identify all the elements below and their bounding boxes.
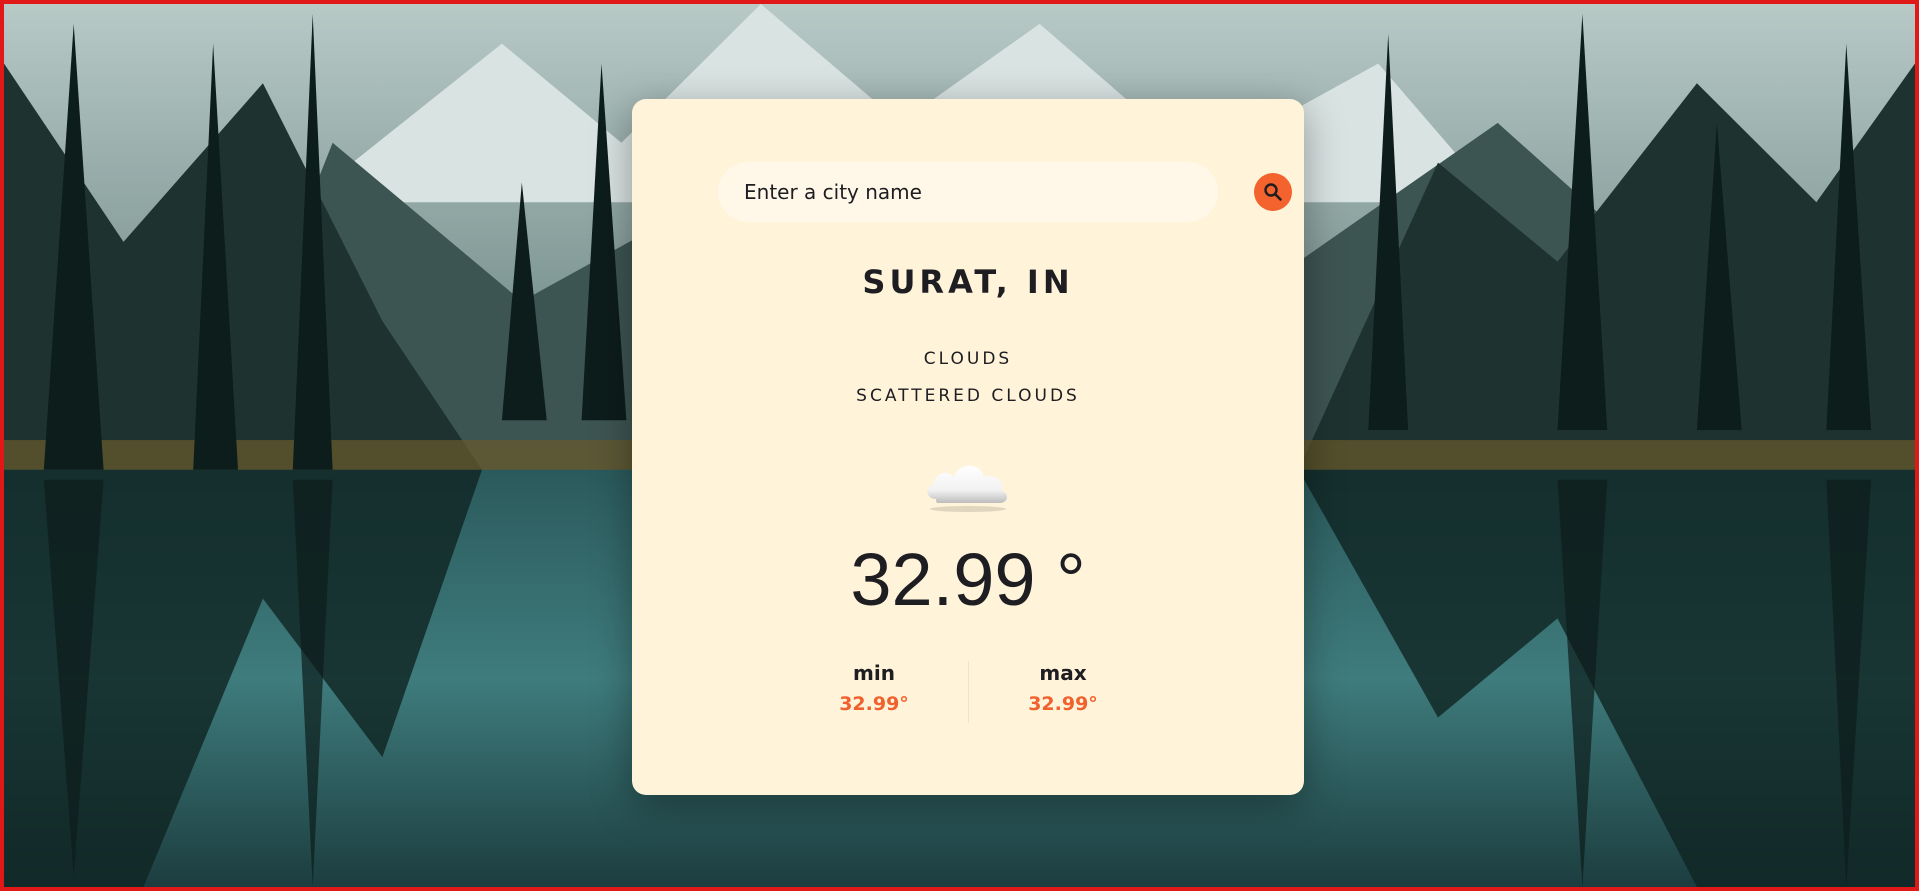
city-name: SURAT, IN [862, 263, 1074, 301]
min-value: 32.99° [839, 693, 909, 715]
cloud-icon [922, 451, 1014, 513]
temperature: 32.99 ° [850, 538, 1086, 621]
app-frame: SURAT, IN CLOUDS SCATTERED CLOUDS 32.99 … [0, 0, 1919, 891]
min-temperature: min 32.99° [794, 661, 954, 715]
city-search-input[interactable] [718, 162, 1158, 222]
search-bar [718, 162, 1292, 222]
max-value: 32.99° [1028, 693, 1098, 715]
min-label: min [853, 661, 895, 685]
search-icon [1264, 183, 1282, 201]
search-button[interactable] [1254, 173, 1292, 211]
divider [968, 661, 969, 723]
weather-card: SURAT, IN CLOUDS SCATTERED CLOUDS 32.99 … [632, 99, 1304, 795]
max-label: max [1039, 661, 1087, 685]
weather-main: CLOUDS [923, 349, 1013, 369]
max-temperature: max 32.99° [983, 661, 1143, 715]
weather-description: SCATTERED CLOUDS [856, 386, 1080, 406]
